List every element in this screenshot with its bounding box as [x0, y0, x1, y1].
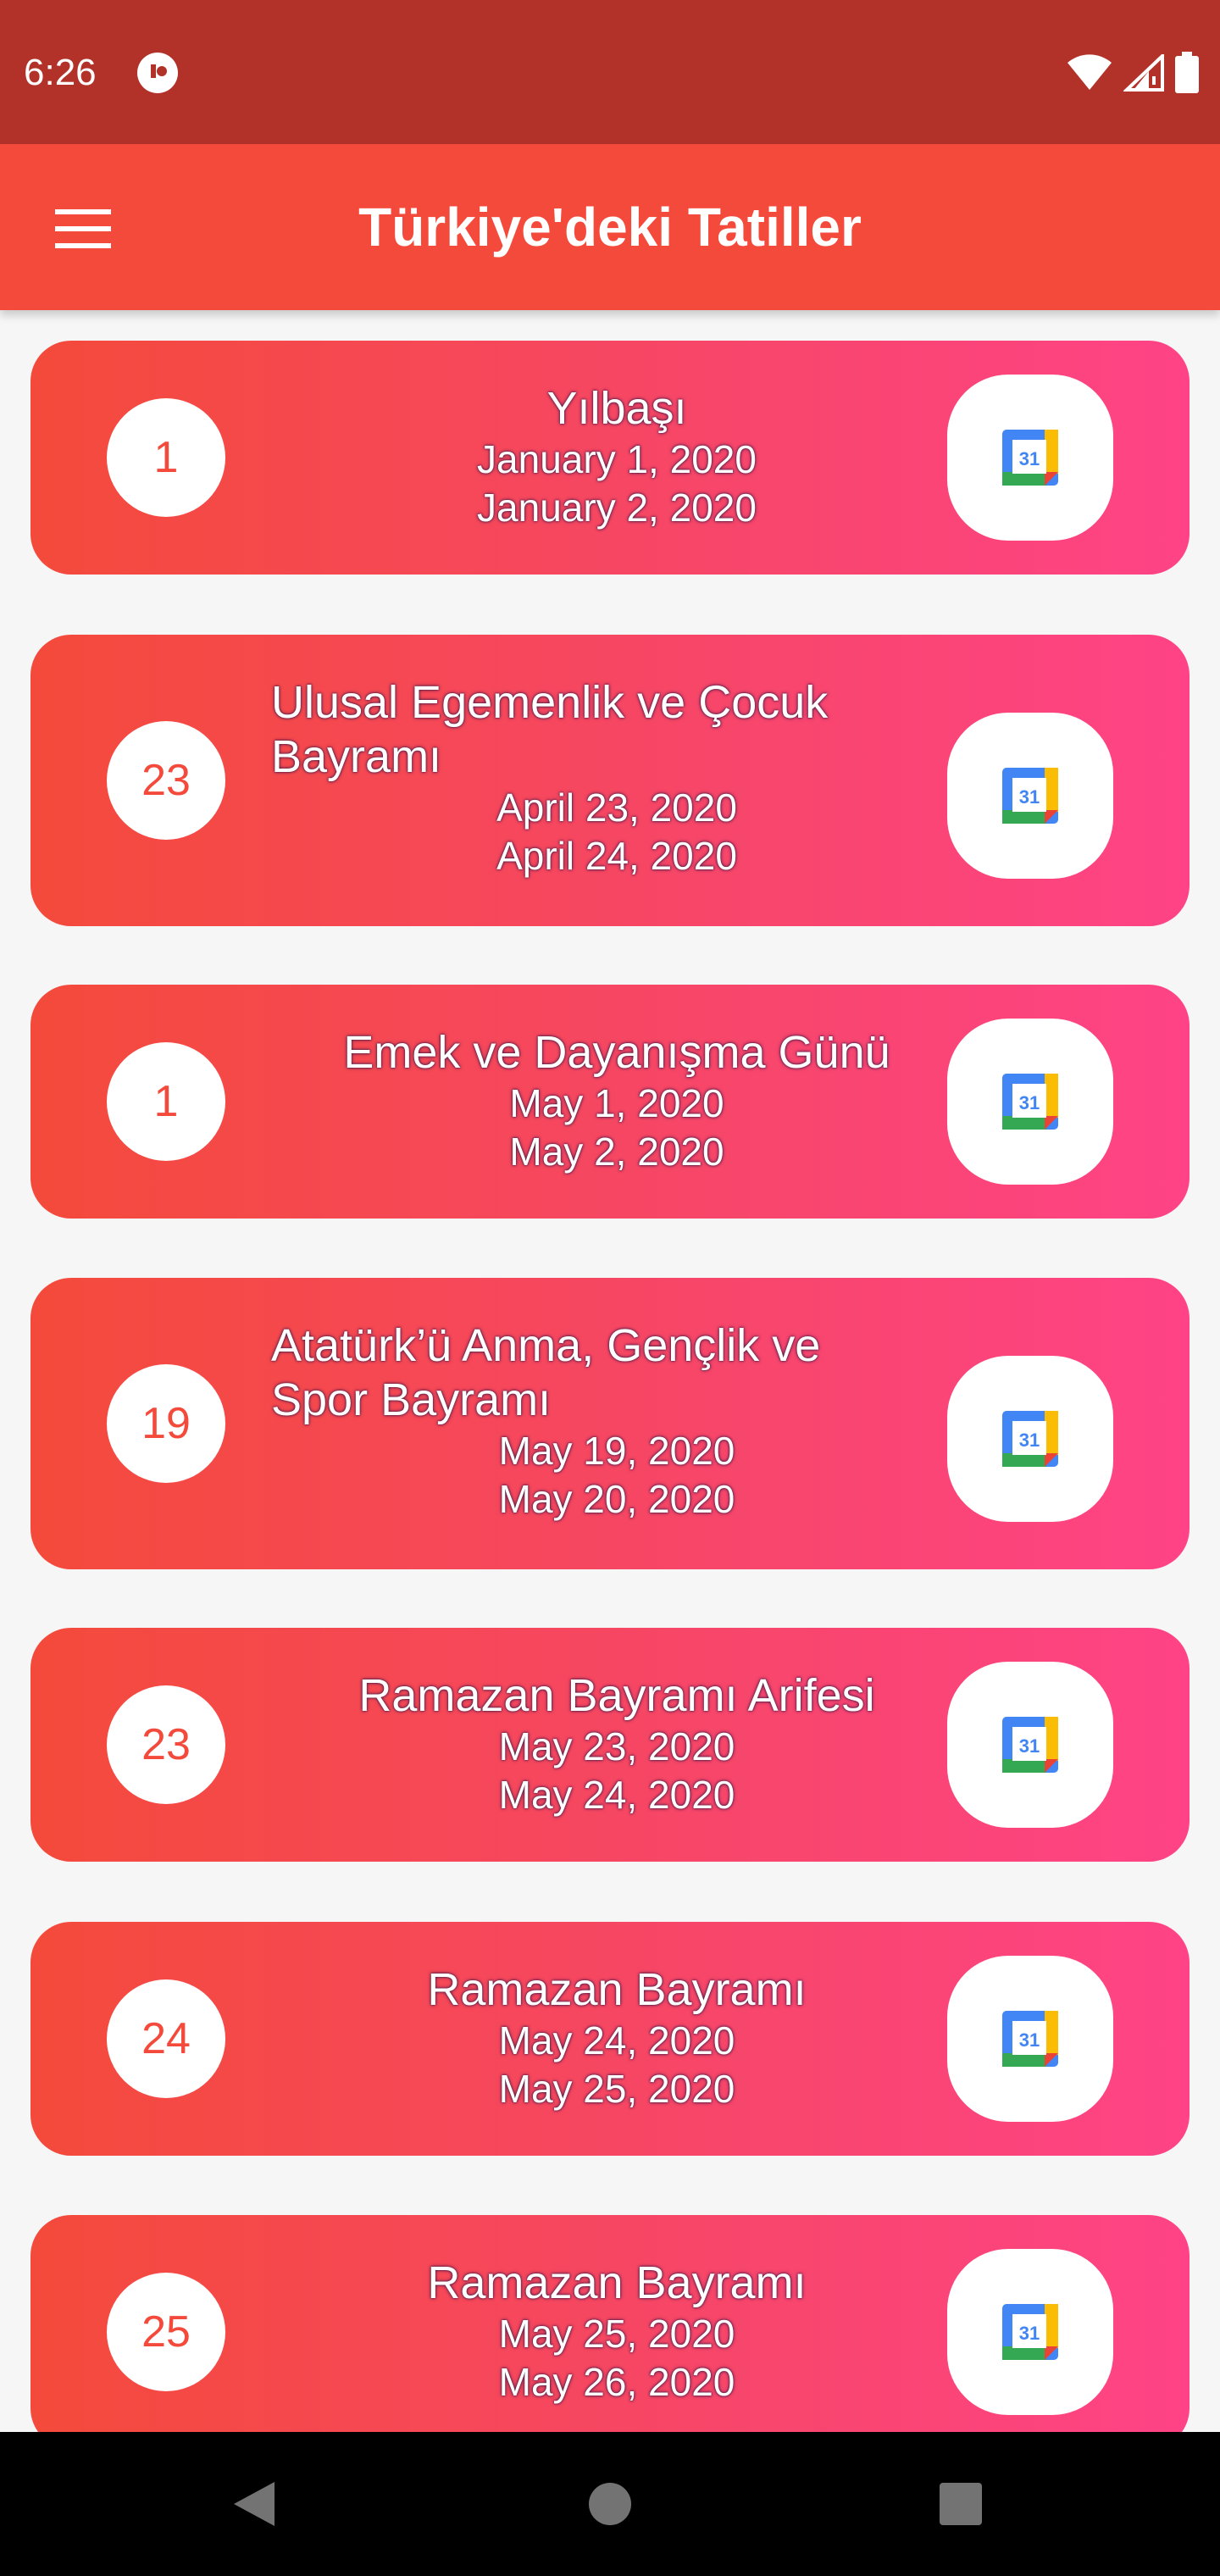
- app-title: Türkiye'deki Tatiller: [358, 197, 862, 258]
- holiday-text: Atatürk’ü Anma, Gençlik ve Spor Bayramı …: [271, 1319, 962, 1524]
- svg-text:31: 31: [1019, 1735, 1040, 1757]
- holiday-name: Yılbaşı: [546, 383, 687, 434]
- wifi-icon: [1068, 54, 1112, 90]
- svg-text:31: 31: [1019, 786, 1040, 808]
- holiday-card[interactable]: 25 Ramazan Bayramı May 25, 2020 May 26, …: [30, 2215, 1190, 2432]
- svg-text:31: 31: [1019, 2029, 1040, 2051]
- google-calendar-icon: 31: [1002, 768, 1058, 824]
- holiday-start-date: April 23, 2020: [496, 786, 737, 830]
- holiday-text: Ramazan Bayramı May 24, 2020 May 25, 202…: [271, 1963, 962, 2113]
- navigation-bar: [0, 2432, 1220, 2576]
- holiday-end-date: May 26, 2020: [498, 2360, 735, 2404]
- holiday-start-date: May 25, 2020: [498, 2312, 735, 2356]
- holiday-text: Ulusal Egemenlik ve Çocuk Bayramı April …: [271, 675, 962, 880]
- holiday-name: Ulusal Egemenlik ve Çocuk Bayramı: [271, 677, 829, 782]
- holiday-card[interactable]: 1 Yılbaşı January 1, 2020 January 2, 202…: [30, 341, 1190, 575]
- add-to-calendar-button[interactable]: 31: [947, 1356, 1113, 1522]
- svg-text:31: 31: [1019, 1092, 1040, 1113]
- holiday-text: Ramazan Bayramı Arifesi May 23, 2020 May…: [271, 1668, 962, 1819]
- holiday-end-date: May 20, 2020: [498, 1477, 735, 1521]
- holiday-name: Ramazan Bayramı: [427, 2257, 807, 2308]
- back-button[interactable]: [182, 2432, 326, 2576]
- holiday-card[interactable]: 23 Ulusal Egemenlik ve Çocuk Bayramı Apr…: [30, 635, 1190, 926]
- holiday-name: Emek ve Dayanışma Günü: [343, 1027, 890, 1078]
- google-calendar-icon: 31: [1002, 1411, 1058, 1467]
- svg-text:31: 31: [1019, 2323, 1040, 2344]
- holiday-card[interactable]: 19 Atatürk’ü Anma, Gençlik ve Spor Bayra…: [30, 1278, 1190, 1569]
- add-to-calendar-button[interactable]: 31: [947, 375, 1113, 541]
- day-badge: 23: [107, 721, 225, 840]
- day-badge: 24: [107, 1979, 225, 2098]
- day-badge: 1: [107, 398, 225, 517]
- svg-text:31: 31: [1019, 448, 1040, 469]
- day-badge: 25: [107, 2273, 225, 2391]
- back-triangle-icon: [234, 2482, 274, 2526]
- home-circle-icon: [589, 2483, 631, 2525]
- holiday-list[interactable]: 1 Yılbaşı January 1, 2020 January 2, 202…: [0, 310, 1220, 2432]
- holiday-card[interactable]: 23 Ramazan Bayramı Arifesi May 23, 2020 …: [30, 1628, 1190, 1862]
- holiday-name: Atatürk’ü Anma, Gençlik ve Spor Bayramı: [271, 1320, 821, 1425]
- recents-button[interactable]: [889, 2432, 1033, 2576]
- holiday-end-date: May 25, 2020: [498, 2067, 735, 2111]
- add-to-calendar-button[interactable]: 31: [947, 1956, 1113, 2122]
- google-calendar-icon: 31: [1002, 2304, 1058, 2360]
- holiday-text: Emek ve Dayanışma Günü May 1, 2020 May 2…: [271, 1025, 962, 1176]
- battery-icon: [1175, 52, 1199, 93]
- holiday-start-date: May 24, 2020: [498, 2018, 735, 2062]
- hamburger-menu-icon: [55, 209, 111, 248]
- holiday-text: Yılbaşı January 1, 2020 January 2, 2020: [271, 381, 962, 532]
- day-badge: 1: [107, 1042, 225, 1161]
- day-badge: 19: [107, 1364, 225, 1483]
- add-to-calendar-button[interactable]: 31: [947, 713, 1113, 879]
- svg-text:31: 31: [1019, 1430, 1040, 1451]
- status-bar: 6:26: [0, 0, 1220, 144]
- holiday-name: Ramazan Bayramı: [427, 1964, 807, 2015]
- google-calendar-icon: 31: [1002, 1717, 1058, 1773]
- google-calendar-icon: 31: [1002, 430, 1058, 486]
- holiday-end-date: May 24, 2020: [498, 1773, 735, 1817]
- signal-icon: [1123, 54, 1164, 92]
- add-to-calendar-button[interactable]: 31: [947, 1019, 1113, 1185]
- holiday-start-date: May 19, 2020: [498, 1429, 735, 1473]
- status-time: 6:26: [24, 52, 97, 93]
- menu-button[interactable]: [47, 200, 119, 258]
- recents-square-icon: [940, 2483, 982, 2525]
- holiday-start-date: May 23, 2020: [498, 1724, 735, 1768]
- home-button[interactable]: [538, 2432, 682, 2576]
- holiday-end-date: January 2, 2020: [477, 486, 757, 530]
- status-icons: [1066, 49, 1200, 97]
- holiday-text: Ramazan Bayramı May 25, 2020 May 26, 202…: [271, 2256, 962, 2407]
- holiday-start-date: May 1, 2020: [509, 1081, 724, 1125]
- holiday-end-date: May 2, 2020: [509, 1130, 724, 1174]
- add-to-calendar-button[interactable]: 31: [947, 2249, 1113, 2415]
- holiday-end-date: April 24, 2020: [496, 834, 737, 878]
- holiday-card[interactable]: 24 Ramazan Bayramı May 24, 2020 May 25, …: [30, 1922, 1190, 2156]
- holiday-name: Ramazan Bayramı Arifesi: [358, 1670, 875, 1721]
- day-badge: 23: [107, 1685, 225, 1804]
- holiday-start-date: January 1, 2020: [477, 437, 757, 481]
- app-bar: Türkiye'deki Tatiller: [0, 144, 1220, 310]
- holiday-card[interactable]: 1 Emek ve Dayanışma Günü May 1, 2020 May…: [30, 985, 1190, 1219]
- add-to-calendar-button[interactable]: 31: [947, 1662, 1113, 1828]
- google-calendar-icon: 31: [1002, 2011, 1058, 2067]
- notification-app-icon: [137, 53, 178, 93]
- google-calendar-icon: 31: [1002, 1074, 1058, 1130]
